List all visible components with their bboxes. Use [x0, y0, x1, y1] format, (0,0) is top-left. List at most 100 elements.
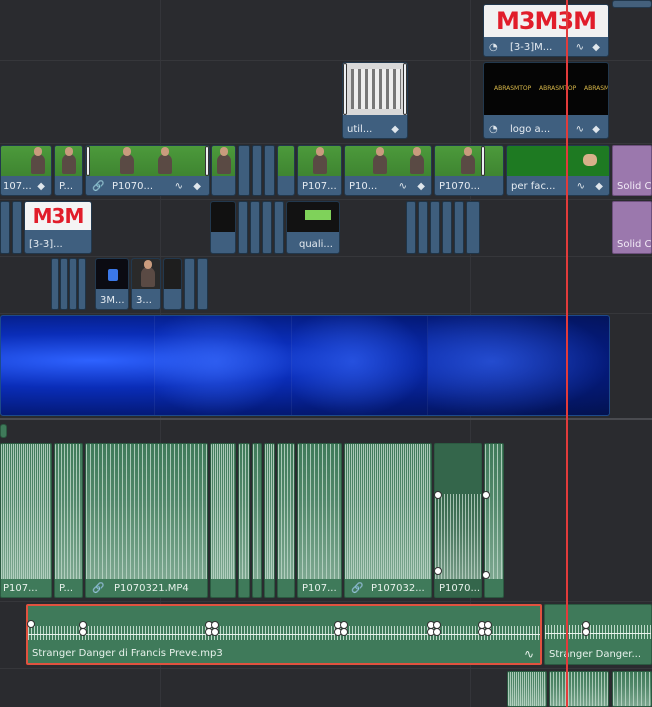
fade-handle[interactable] [434, 491, 442, 499]
clip-thumbnail [86, 146, 209, 176]
clip-thumbnail [211, 202, 235, 232]
logo-anim-thumbnail: ABRASMTOP ABRASMTOP ABRASMTOP [484, 63, 608, 115]
trim-handle-left[interactable] [86, 146, 90, 176]
gauge-icon: ◔ [489, 42, 498, 53]
audio-waveform [1, 444, 51, 579]
video-clip-slim[interactable] [442, 201, 452, 254]
audio-waveform [298, 444, 341, 579]
keyframe-dot[interactable] [582, 628, 590, 636]
audio-clip[interactable] [277, 443, 295, 598]
video-clip-slim[interactable] [60, 258, 68, 310]
video-clip[interactable]: 3... [131, 258, 161, 310]
keyframe-dot[interactable] [27, 620, 35, 628]
fade-handle[interactable] [482, 571, 490, 579]
clip-label: 3... [136, 295, 152, 306]
video-clip-slim[interactable] [238, 201, 248, 254]
util-clip[interactable]: util... ◆ [342, 62, 408, 139]
keyframe-dot[interactable] [79, 628, 87, 636]
audio-clip[interactable] [549, 671, 609, 707]
audio-clip-edge[interactable] [0, 424, 7, 438]
video-clip-slim[interactable] [418, 201, 428, 254]
video-clip-slim[interactable] [238, 145, 250, 196]
audio-clip[interactable] [252, 443, 262, 598]
clip-label: P10... [349, 181, 378, 192]
audio-clip[interactable]: P107... [297, 443, 342, 598]
logo-anim-clip[interactable]: ABRASMTOP ABRASMTOP ABRASMTOP ◔ logo a..… [483, 62, 609, 139]
video-clip[interactable] [210, 201, 236, 254]
video-clip[interactable]: P1070... [434, 145, 504, 196]
video-clip-slim[interactable] [78, 258, 86, 310]
video-clip-slim[interactable] [197, 258, 208, 310]
video-clip-slim[interactable] [264, 145, 275, 196]
clip-label: P1070... [439, 583, 481, 594]
solid-color-clip[interactable]: Solid C [612, 145, 652, 196]
audio-clip[interactable]: P107... [0, 443, 52, 598]
video-clip[interactable]: 🔗 P1070... ∿ ◆ [85, 145, 210, 196]
video-clip[interactable] [277, 145, 295, 196]
trim-handle-right[interactable] [403, 63, 407, 115]
video-clip-slim[interactable] [184, 258, 195, 310]
link-icon: 🔗 [92, 181, 105, 192]
video-clip-slim[interactable] [250, 201, 260, 254]
clip-label: Stranger Danger... [549, 649, 642, 660]
link-icon: 🔗 [351, 583, 364, 594]
playhead[interactable] [566, 0, 568, 707]
video-clip[interactable]: 3M... [95, 258, 129, 310]
audio-clip[interactable] [507, 671, 547, 707]
video-clip[interactable]: P10... ∿ ◆ [344, 145, 432, 196]
keyframe-dot[interactable] [484, 628, 492, 636]
clip-thumbnail [164, 259, 181, 289]
audio-clip[interactable] [210, 443, 236, 598]
video-clip[interactable] [163, 258, 182, 310]
clip-label: logo a... [510, 124, 551, 135]
video-clip-slim[interactable] [69, 258, 77, 310]
video-clip-slim[interactable] [252, 145, 262, 196]
music-audio-clip[interactable]: Stranger Danger... [544, 604, 652, 665]
video-clip-slim[interactable] [430, 201, 440, 254]
keyframe-dot[interactable] [340, 628, 348, 636]
music-audio-clip-selected[interactable]: Stranger Danger di Francis Preve.mp3 ∿ [26, 604, 542, 665]
clip-thumbnail [287, 202, 339, 232]
audio-clip[interactable]: P1070... [434, 443, 482, 598]
clip-thumbnail [507, 146, 609, 176]
video-clip-slim[interactable] [12, 201, 22, 254]
video-clip-slim[interactable] [262, 201, 272, 254]
keyframe-dot[interactable] [211, 628, 219, 636]
fade-handle[interactable] [482, 491, 490, 499]
audio-clip[interactable]: 🔗 P107032... [344, 443, 432, 598]
clip-thumbnail [435, 146, 503, 176]
video-clip-slim[interactable] [406, 201, 416, 254]
clip-edge[interactable] [612, 0, 652, 8]
trim-handle[interactable] [481, 146, 485, 176]
video-clip-slim[interactable] [466, 201, 480, 254]
video-clip-slim[interactable] [51, 258, 59, 310]
clip-label: 3M... [100, 295, 125, 306]
audio-clip[interactable] [238, 443, 250, 598]
video-clip[interactable]: 107... ◆ [0, 145, 52, 196]
keyframe-dot[interactable] [433, 628, 441, 636]
blue-background-clip[interactable] [0, 315, 610, 416]
quali-clip[interactable]: quali... [286, 201, 340, 254]
logo-clip[interactable]: M3M [3-3]... [24, 201, 92, 254]
trim-handle-right[interactable] [205, 146, 209, 176]
video-clip[interactable] [211, 145, 236, 196]
logo-clip[interactable]: M3M3M ◔ [3-3]M... ∿ ◆ [483, 4, 609, 57]
video-clip-slim[interactable] [274, 201, 284, 254]
clip-label: P1070321.MP4 [114, 583, 189, 594]
clip-label: Stranger Danger di Francis Preve.mp3 [32, 648, 223, 659]
audio-waveform [278, 444, 294, 579]
video-clip-per-fac[interactable]: per fac... ∿ ◆ [506, 145, 610, 196]
fade-handle[interactable] [434, 567, 442, 575]
video-clip-slim[interactable] [0, 201, 10, 254]
audio-clip[interactable] [264, 443, 275, 598]
audio-clip[interactable] [612, 671, 652, 707]
video-clip[interactable]: P... [54, 145, 83, 196]
audio-clip[interactable]: P... [54, 443, 83, 598]
video-clip[interactable]: P107... [297, 145, 342, 196]
solid-color-clip[interactable]: Solid C [612, 201, 652, 254]
audio-clip[interactable]: 🔗 P1070321.MP4 [85, 443, 208, 598]
video-clip-slim[interactable] [454, 201, 464, 254]
audio-waveform [28, 626, 540, 640]
trim-handle-left[interactable] [343, 63, 347, 115]
clip-thumbnail [55, 146, 82, 176]
